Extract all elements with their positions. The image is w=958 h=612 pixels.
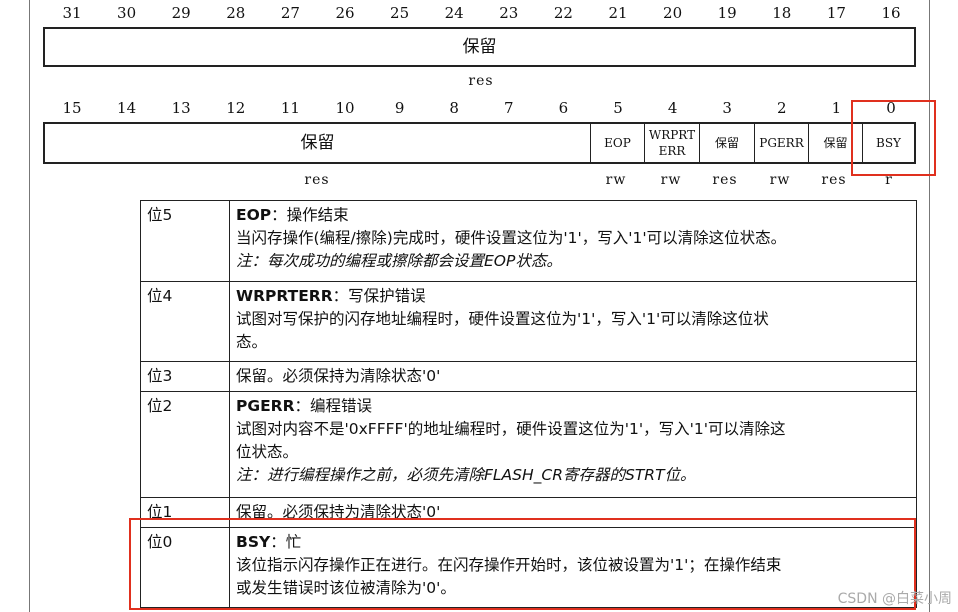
- bit-description-line: 态。: [236, 333, 268, 351]
- bit-number: 8: [449, 99, 459, 117]
- bit-number: 3: [722, 99, 732, 117]
- bit-number: 29: [171, 4, 191, 22]
- pgerr-field: PGERR: [755, 124, 809, 162]
- bit-number: 7: [504, 99, 514, 117]
- bit-description: EOP：操作结束当闪存操作(编程/擦除)完成时，硬件设置这位为'1'，写入'1'…: [229, 200, 917, 282]
- wrprterr-field-line1: WRPRT: [648, 128, 696, 142]
- bit-number: 4: [667, 99, 678, 117]
- bit-title-text: ：操作结束: [271, 206, 349, 224]
- bit-description: PGERR：编程错误试图对内容不是'0xFFFF'的地址编程时，硬件设置这位为'…: [229, 391, 917, 498]
- reserved-bit3-field: 保留: [700, 124, 755, 162]
- bit-number: 20: [663, 4, 683, 22]
- bit-label: 位5: [140, 200, 230, 282]
- bit-label: 位2: [140, 391, 230, 498]
- bit-number: 9: [394, 99, 405, 117]
- bit-number: 14: [117, 99, 137, 117]
- bit-number: 24: [444, 4, 464, 22]
- watermark: CSDN @白菜小周: [837, 591, 952, 607]
- lower-register-box: 保留 EOP WRPRT ERR 保留 PGERR 保留 BSY: [43, 122, 916, 164]
- bit-number: 28: [226, 4, 246, 22]
- bit-number: 26: [335, 4, 355, 22]
- bit-title: 保留。必须保持为清除状态'0': [236, 365, 910, 388]
- bit-number: 11: [280, 99, 300, 117]
- bit-description-line: 试图对写保护的闪存地址编程时，硬件设置这位为'1'，写入'1'可以清除这位状: [236, 310, 769, 328]
- bit-number: 19: [717, 4, 737, 22]
- bit4-access: rw: [660, 172, 682, 188]
- bit-number: 13: [171, 99, 191, 117]
- eop-field: EOP: [591, 124, 645, 162]
- bit-title: EOP：操作结束: [236, 204, 910, 227]
- bit-description-line: 当闪存操作(编程/擦除)完成时，硬件设置这位为'1'，写入'1'可以清除这位状态…: [236, 229, 787, 247]
- upper-register-box: 保留: [43, 27, 916, 67]
- bit-field-name: EOP: [236, 206, 272, 224]
- bit-field-name: PGERR: [236, 397, 295, 415]
- bit-label: 位4: [140, 281, 230, 362]
- bit-number: 18: [772, 4, 792, 22]
- bit-note: 注：进行编程操作之前，必须先清除FLASH_CR寄存器的STRT位。: [236, 466, 696, 484]
- bit-number: 17: [826, 4, 846, 22]
- wrprterr-field-line2: ERR: [658, 144, 686, 158]
- bit-number: 5: [613, 99, 623, 117]
- bit-number: 22: [553, 4, 573, 22]
- bit-number: 2: [777, 99, 787, 117]
- description-row: 位5 EOP：操作结束 当闪存操作(编程/擦除)完成时，硬件设置这位为'1'，写入'…: [140, 200, 917, 282]
- bit-label: 位3: [140, 361, 230, 392]
- bit-note: 注：每次成功的编程或擦除都会设置EOP状态。: [236, 252, 562, 270]
- bit0-highlight-box: [129, 518, 916, 610]
- bit-number: 16: [881, 4, 901, 22]
- bit-number: 12: [226, 99, 246, 117]
- bsy-highlight-box: [851, 100, 936, 176]
- bit-description-line: 试图对内容不是'0xFFFF'的地址编程时，硬件设置这位为'1'，写入'1'可以…: [236, 420, 786, 438]
- bit-number: 25: [390, 4, 410, 22]
- bit-number: 23: [499, 4, 519, 22]
- wrprterr-field: WRPRT ERR: [645, 124, 700, 162]
- bit-description: 保留。必须保持为清除状态'0': [229, 361, 917, 392]
- bit3-access: res: [712, 172, 738, 188]
- lower-reserved-field: 保留: [45, 124, 591, 162]
- description-row: 位4 WRPRTERR：写保护错误 试图对写保护的闪存地址编程时，硬件设置这位为'1…: [140, 281, 917, 362]
- bit-number: 15: [62, 99, 82, 117]
- bit5-access: rw: [605, 172, 627, 188]
- description-row: 位3 保留。必须保持为清除状态'0': [140, 361, 917, 392]
- bit-number: 6: [558, 99, 569, 117]
- bit-number: 30: [117, 4, 137, 22]
- bit-number: 27: [280, 4, 300, 22]
- bit-number: 31: [62, 4, 82, 22]
- bit-description: WRPRTERR：写保护错误试图对写保护的闪存地址编程时，硬件设置这位为'1'，…: [229, 281, 917, 362]
- lower-reserved-access: res: [304, 172, 330, 188]
- bit-number: 10: [335, 99, 355, 117]
- upper-access-label: res: [468, 73, 494, 89]
- bit-description-line: 位状态。: [236, 443, 299, 461]
- upper-reserved-field: 保留: [462, 37, 497, 57]
- bit-title: PGERR：编程错误: [236, 395, 910, 418]
- bit-title: WRPRTERR：写保护错误: [236, 285, 910, 308]
- bit-title-text: 保留。必须保持为清除状态'0': [236, 367, 441, 385]
- bit-title-text: ：写保护错误: [332, 287, 426, 305]
- bit-number: 21: [608, 4, 628, 22]
- page-right-border: [929, 0, 930, 612]
- description-row: 位2 PGERR：编程错误 试图对内容不是'0xFFFF'的地址编程时，硬件设置这位…: [140, 391, 917, 498]
- bit-title-text: ：编程错误: [294, 397, 373, 415]
- bit2-access: rw: [769, 172, 791, 188]
- page-left-border: [29, 0, 30, 612]
- bit-field-name: WRPRTERR: [236, 287, 333, 305]
